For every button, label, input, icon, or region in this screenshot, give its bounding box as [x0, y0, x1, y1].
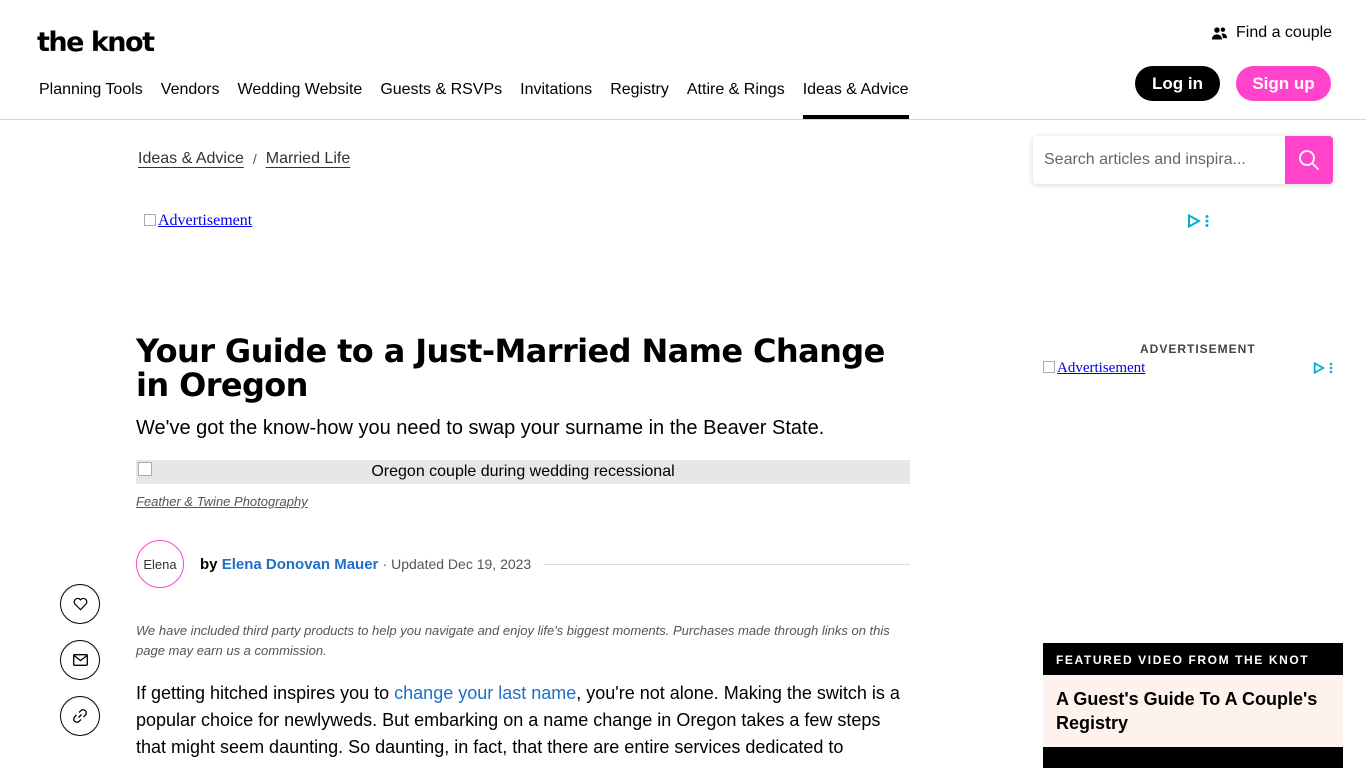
search-button[interactable] — [1285, 136, 1333, 184]
search-box — [1033, 136, 1333, 184]
nav-attire-rings[interactable]: Attire & Rings — [687, 72, 785, 119]
featured-video-title[interactable]: A Guest's Guide To A Couple's Registry — [1043, 675, 1343, 747]
more-options-icon — [1329, 362, 1333, 374]
top-ad-text: Advertisement — [158, 212, 253, 229]
byline: by Elena Donovan Mauer · Updated Dec 19,… — [200, 556, 531, 573]
adchoices-icon — [1313, 362, 1325, 374]
breadcrumb-ideas-advice[interactable]: Ideas & Advice — [138, 150, 244, 168]
hero-image-alt: Oregon couple during wedding recessional — [371, 463, 675, 480]
divider — [543, 563, 910, 565]
copy-link-button[interactable] — [60, 696, 100, 736]
breadcrumb-separator: / — [252, 151, 257, 167]
broken-image-icon — [138, 462, 152, 476]
site-header: the knot Find a couple Planning Tools Ve… — [0, 0, 1366, 120]
main-nav: Planning Tools Vendors Wedding Website G… — [39, 72, 927, 119]
heart-icon — [73, 597, 87, 611]
nav-wedding-website[interactable]: Wedding Website — [238, 72, 363, 119]
nav-registry[interactable]: Registry — [610, 72, 669, 119]
side-advertisement[interactable]: Advertisement — [1043, 360, 1145, 377]
search-icon — [1299, 150, 1320, 171]
people-icon — [1211, 26, 1228, 39]
breadcrumb-married-life[interactable]: Married Life — [266, 150, 350, 168]
author-row: Elena by Elena Donovan Mauer · Updated D… — [136, 540, 910, 588]
author-avatar[interactable]: Elena — [136, 540, 184, 588]
photo-credit[interactable]: Feather & Twine Photography — [136, 494, 308, 509]
nav-vendors[interactable]: Vendors — [161, 72, 220, 119]
affiliate-disclaimer: We have included third party products to… — [136, 623, 890, 658]
nav-invitations[interactable]: Invitations — [520, 72, 592, 119]
envelope-icon — [72, 654, 88, 666]
avatar-alt: Elena — [143, 556, 177, 572]
search-input[interactable] — [1033, 136, 1285, 184]
side-ad-text: Advertisement — [1057, 360, 1146, 376]
nav-ideas-advice[interactable]: Ideas & Advice — [802, 72, 909, 119]
adchoices-top[interactable] — [1187, 214, 1209, 228]
featured-video: FEATURED VIDEO FROM THE KNOT A Guest's G… — [1043, 643, 1343, 768]
email-share-button[interactable] — [60, 640, 100, 680]
save-button[interactable] — [60, 584, 100, 624]
video-player[interactable] — [1043, 747, 1343, 768]
login-button[interactable]: Log in — [1135, 66, 1220, 101]
nav-guests-rsvps[interactable]: Guests & RSVPs — [380, 72, 502, 119]
adchoices-icon — [1188, 214, 1201, 228]
breadcrumb: Ideas & Advice / Married Life — [138, 150, 350, 168]
body-text-start: If getting hitched inspires you to — [136, 683, 395, 703]
byline-by: by — [200, 555, 218, 573]
article-body-paragraph: If getting hitched inspires you to chang… — [136, 680, 906, 761]
article-subtitle: We've got the know-how you need to swap … — [136, 417, 825, 439]
site-logo[interactable]: the knot — [37, 28, 155, 58]
nav-planning-tools[interactable]: Planning Tools — [39, 72, 143, 119]
side-ad-label: ADVERTISEMENT — [1140, 342, 1256, 356]
find-couple-label: Find a couple — [1236, 24, 1333, 41]
more-options-icon — [1205, 215, 1209, 227]
change-last-name-link[interactable]: change your last name — [394, 683, 576, 703]
adchoices-side[interactable] — [1313, 362, 1333, 374]
top-advertisement[interactable]: Advertisement — [144, 212, 252, 230]
author-link[interactable]: Elena Donovan Mauer — [222, 556, 379, 573]
article-title: Your Guide to a Just-Married Name Change… — [136, 332, 885, 404]
updated-date: · Updated Dec 19, 2023 — [382, 555, 532, 572]
featured-video-heading: FEATURED VIDEO FROM THE KNOT — [1043, 643, 1343, 675]
hero-image: Oregon couple during wedding recessional — [136, 460, 910, 484]
broken-image-icon — [1043, 361, 1055, 373]
broken-image-icon — [144, 214, 156, 226]
find-couple-link[interactable]: Find a couple — [1211, 24, 1332, 42]
link-icon — [73, 709, 87, 723]
signup-button[interactable]: Sign up — [1236, 66, 1331, 101]
